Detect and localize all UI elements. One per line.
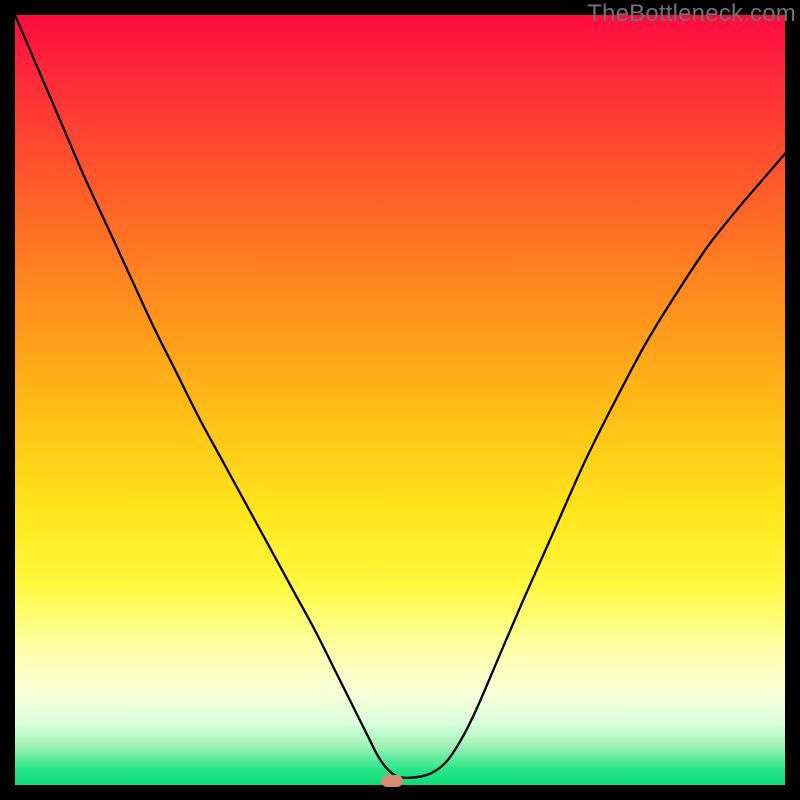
watermark-text: TheBottleneck.com <box>587 0 796 28</box>
bottleneck-curve <box>15 15 785 785</box>
plot-area <box>15 15 785 785</box>
chart-container: TheBottleneck.com <box>0 0 800 800</box>
minimum-marker <box>381 775 403 787</box>
